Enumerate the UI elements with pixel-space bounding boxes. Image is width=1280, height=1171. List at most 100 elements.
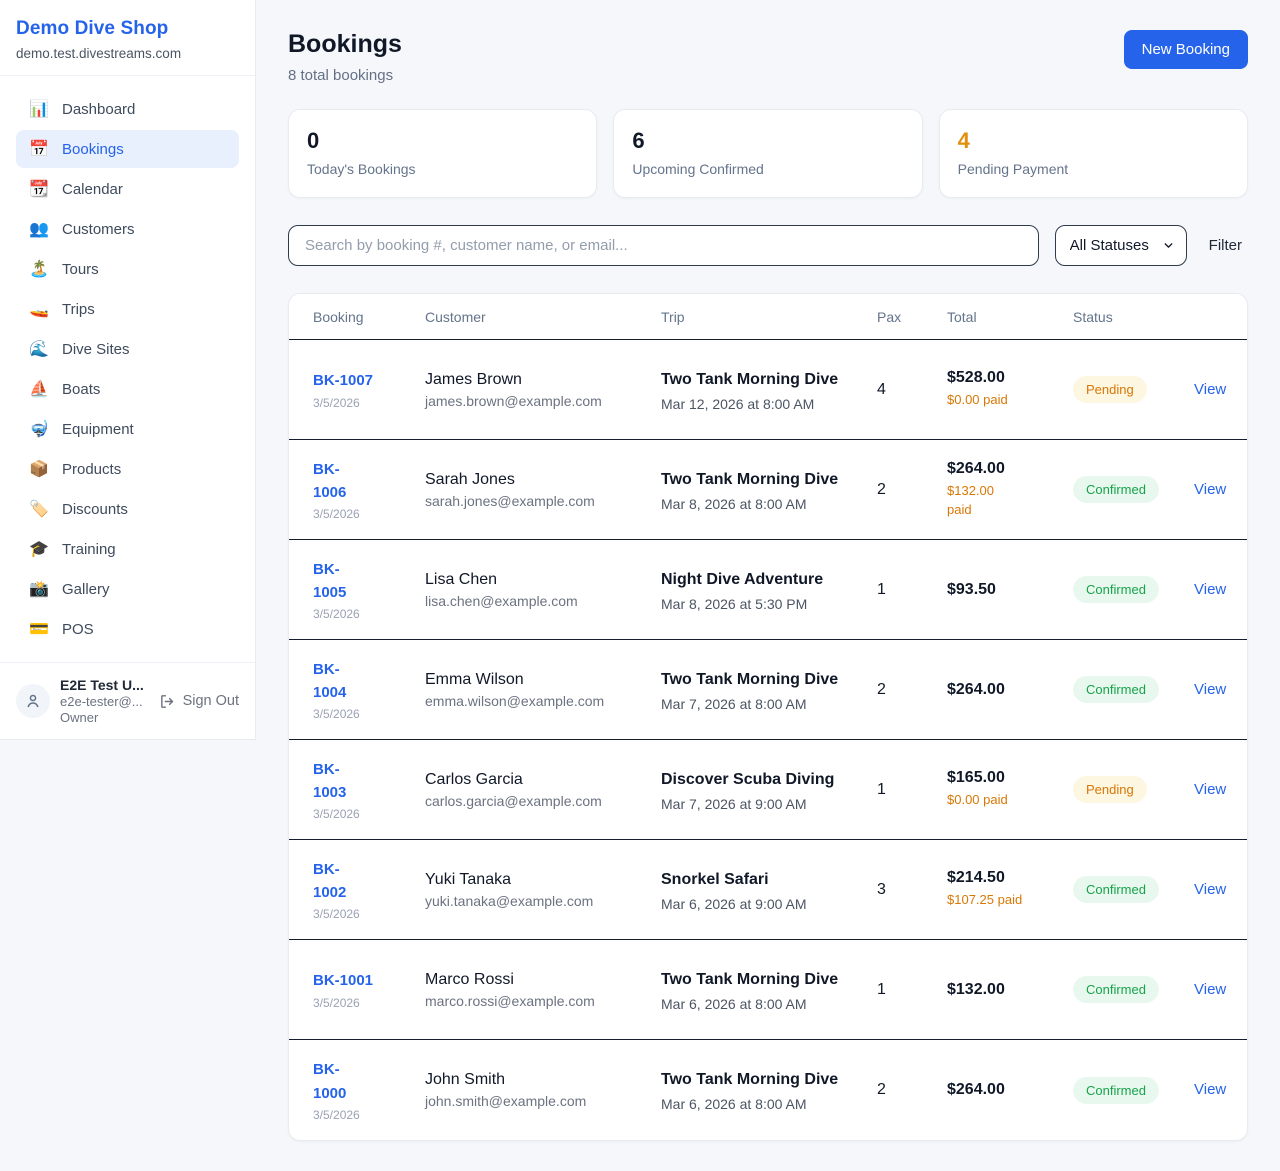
trip-datetime: Mar 8, 2026 at 5:30 PM xyxy=(661,596,859,612)
sidebar-item-icon: 📦 xyxy=(28,459,50,479)
user-info: E2E Test U... e2e-tester@... Owner xyxy=(60,677,149,725)
customer-email: lisa.chen@example.com xyxy=(425,593,643,609)
status-badge: Confirmed xyxy=(1073,1077,1159,1104)
sidebar-item-label: Trips xyxy=(62,301,95,318)
customer-name: James Brown xyxy=(425,371,643,389)
sidebar-item-trips[interactable]: 🚤 Trips xyxy=(16,290,239,328)
booking-id-link[interactable]: BK- 1000 xyxy=(313,1058,346,1105)
booking-id-link[interactable]: BK- 1004 xyxy=(313,658,346,705)
booking-id-link[interactable]: BK- 1002 xyxy=(313,858,346,905)
total-cell: $132.00 xyxy=(947,981,1073,999)
status-badge: Confirmed xyxy=(1073,476,1159,503)
customer-name: Marco Rossi xyxy=(425,971,643,989)
sidebar-item-icon: ⛵ xyxy=(28,379,50,399)
booking-date: 3/5/2026 xyxy=(313,907,407,921)
sidebar-item-label: Dive Sites xyxy=(62,341,130,358)
sidebar-item-training[interactable]: 🎓 Training xyxy=(16,530,239,568)
sidebar-item-label: Discounts xyxy=(62,501,128,518)
actions-cell: View xyxy=(1194,581,1223,599)
stat-card: 0 Today's Bookings xyxy=(288,109,597,198)
sidebar-item-tours[interactable]: 🏝️ Tours xyxy=(16,250,239,288)
sign-out-label: Sign Out xyxy=(183,693,239,709)
booking-cell: BK- 1005 3/5/2026 xyxy=(313,558,425,622)
stats-row: 0 Today's Bookings 6 Upcoming Confirmed … xyxy=(288,109,1248,198)
booking-id-link[interactable]: BK-1007 xyxy=(313,369,373,392)
sidebar-item-equipment[interactable]: 🤿 Equipment xyxy=(16,410,239,448)
sidebar-item-products[interactable]: 📦 Products xyxy=(16,450,239,488)
sidebar-item-icon: 📆 xyxy=(28,179,50,199)
view-link[interactable]: View xyxy=(1194,581,1226,598)
main-content: Bookings 8 total bookings New Booking 0 … xyxy=(256,0,1280,1171)
view-link[interactable]: View xyxy=(1194,481,1226,498)
total-cell: $264.00 xyxy=(947,1081,1073,1099)
sidebar-item-gallery[interactable]: 📸 Gallery xyxy=(16,570,239,608)
view-link[interactable]: View xyxy=(1194,981,1226,998)
trip-datetime: Mar 8, 2026 at 8:00 AM xyxy=(661,496,859,512)
sign-out-icon xyxy=(159,693,176,710)
filter-button[interactable]: Filter xyxy=(1203,237,1248,254)
sidebar-item-pos[interactable]: 💳 POS xyxy=(16,610,239,648)
new-booking-button[interactable]: New Booking xyxy=(1124,30,1248,69)
total-cell: $264.00 $132.00 paid xyxy=(947,460,1073,520)
customer-email: sarah.jones@example.com xyxy=(425,493,643,509)
customer-cell: John Smith john.smith@example.com xyxy=(425,1071,661,1109)
sidebar-item-icon: 🏷️ xyxy=(28,499,50,519)
paid-amount: $0.00 paid xyxy=(947,391,1055,410)
view-link[interactable]: View xyxy=(1194,381,1226,398)
sidebar-item-discounts[interactable]: 🏷️ Discounts xyxy=(16,490,239,528)
stat-label: Upcoming Confirmed xyxy=(632,161,903,177)
trip-cell: Discover Scuba Diving Mar 7, 2026 at 9:0… xyxy=(661,768,877,812)
booking-id-link[interactable]: BK-1001 xyxy=(313,969,373,992)
status-cell: Pending xyxy=(1073,776,1194,803)
sidebar-item-dive-sites[interactable]: 🌊 Dive Sites xyxy=(16,330,239,368)
total-amount: $264.00 xyxy=(947,681,1055,699)
actions-cell: View xyxy=(1194,1081,1223,1099)
total-amount: $528.00 xyxy=(947,369,1055,387)
booking-date: 3/5/2026 xyxy=(313,707,407,721)
sidebar-item-icon: 🎓 xyxy=(28,539,50,559)
total-cell: $214.50 $107.25 paid xyxy=(947,869,1073,910)
search-input[interactable] xyxy=(288,225,1039,266)
customer-email: carlos.garcia@example.com xyxy=(425,793,643,809)
view-link[interactable]: View xyxy=(1194,681,1226,698)
pax-value: 1 xyxy=(877,781,947,799)
customer-email: john.smith@example.com xyxy=(425,1093,643,1109)
sign-out-button[interactable]: Sign Out xyxy=(159,693,239,710)
customer-email: james.brown@example.com xyxy=(425,393,643,409)
view-link[interactable]: View xyxy=(1194,781,1226,798)
status-select-wrap: All Statuses xyxy=(1055,225,1187,266)
total-amount: $93.50 xyxy=(947,581,1055,599)
sidebar-item-label: Bookings xyxy=(62,141,124,158)
trip-name: Discover Scuba Diving xyxy=(661,768,859,792)
actions-cell: View xyxy=(1194,881,1223,899)
booking-id-link[interactable]: BK- 1005 xyxy=(313,558,346,605)
booking-cell: BK-1007 3/5/2026 xyxy=(313,369,425,409)
sidebar-item-label: Training xyxy=(62,541,116,558)
status-filter-select[interactable]: All Statuses xyxy=(1055,225,1187,266)
customer-cell: Lisa Chen lisa.chen@example.com xyxy=(425,571,661,609)
status-cell: Confirmed xyxy=(1073,876,1194,903)
status-cell: Confirmed xyxy=(1073,976,1194,1003)
view-link[interactable]: View xyxy=(1194,881,1226,898)
trip-cell: Two Tank Morning Dive Mar 12, 2026 at 8:… xyxy=(661,368,877,412)
sidebar-item-boats[interactable]: ⛵ Boats xyxy=(16,370,239,408)
status-cell: Pending xyxy=(1073,376,1194,403)
sidebar-item-calendar[interactable]: 📆 Calendar xyxy=(16,170,239,208)
pax-value: 2 xyxy=(877,481,947,499)
booking-date: 3/5/2026 xyxy=(313,396,407,410)
trip-name: Two Tank Morning Dive xyxy=(661,968,859,992)
total-amount: $264.00 xyxy=(947,1081,1055,1099)
sidebar-item-dashboard[interactable]: 📊 Dashboard xyxy=(16,90,239,128)
status-badge: Confirmed xyxy=(1073,876,1159,903)
sidebar-item-bookings[interactable]: 📅 Bookings xyxy=(16,130,239,168)
actions-cell: View xyxy=(1194,681,1223,699)
trip-cell: Snorkel Safari Mar 6, 2026 at 9:00 AM xyxy=(661,868,877,912)
booking-id-link[interactable]: BK- 1006 xyxy=(313,458,346,505)
sidebar-item-customers[interactable]: 👥 Customers xyxy=(16,210,239,248)
pax-value: 1 xyxy=(877,981,947,999)
total-amount: $214.50 xyxy=(947,869,1055,887)
customer-email: marco.rossi@example.com xyxy=(425,993,643,1009)
view-link[interactable]: View xyxy=(1194,1081,1226,1098)
booking-id-link[interactable]: BK- 1003 xyxy=(313,758,346,805)
trip-name: Two Tank Morning Dive xyxy=(661,668,859,692)
